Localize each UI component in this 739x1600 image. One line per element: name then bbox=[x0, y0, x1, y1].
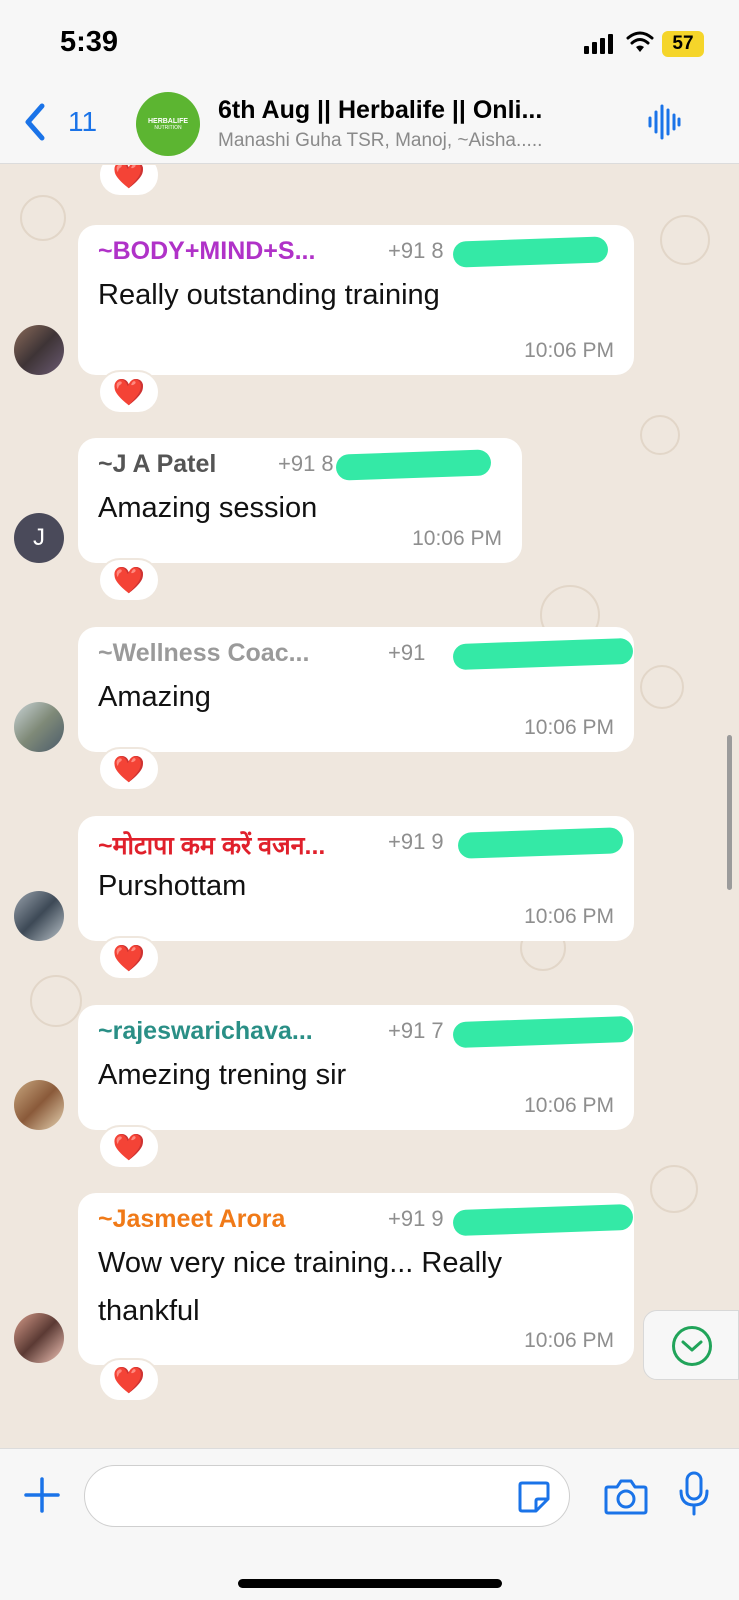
message-text: Really outstanding training bbox=[98, 279, 440, 311]
sender-name[interactable]: ~BODY+MIND+S... bbox=[98, 237, 315, 265]
reaction-heart[interactable]: ❤️ bbox=[98, 370, 160, 414]
reaction-heart[interactable]: ❤️ bbox=[98, 1358, 160, 1402]
message-time: 10:06 PM bbox=[524, 905, 614, 928]
cellular-signal-icon bbox=[584, 34, 613, 54]
scrollbar[interactable] bbox=[727, 735, 732, 890]
sender-avatar[interactable] bbox=[14, 1313, 64, 1363]
message-bubble[interactable]: ~BODY+MIND+S... +91 8 457 Really outstan… bbox=[78, 225, 634, 375]
sender-name[interactable]: ~J A Patel bbox=[98, 450, 216, 478]
reaction-heart[interactable]: ❤️ bbox=[98, 165, 160, 197]
chevron-down-icon bbox=[681, 1340, 703, 1352]
sender-name[interactable]: ~Wellness Coac... bbox=[98, 639, 309, 667]
sender-row: ~Wellness Coac... +91 bbox=[98, 637, 634, 673]
home-indicator[interactable] bbox=[238, 1579, 502, 1588]
sticker-icon[interactable] bbox=[516, 1479, 552, 1515]
message-composer bbox=[0, 1448, 739, 1600]
sender-avatar[interactable] bbox=[14, 325, 64, 375]
message-time: 10:06 PM bbox=[524, 716, 614, 739]
status-bar: 5:39 57 bbox=[0, 0, 739, 84]
reaction-heart[interactable]: ❤️ bbox=[98, 747, 160, 791]
message-text: Purshottam bbox=[98, 870, 247, 902]
sender-name[interactable]: ~मोटापा कम करें वजन... bbox=[98, 832, 325, 860]
sender-phone: +91 bbox=[388, 640, 426, 665]
sender-phone: +91 9 bbox=[388, 829, 444, 854]
sender-avatar[interactable]: J bbox=[14, 513, 64, 563]
reaction-heart[interactable]: ❤️ bbox=[98, 936, 160, 980]
sender-phone: +91 8 bbox=[278, 451, 334, 476]
sender-avatar[interactable] bbox=[14, 891, 64, 941]
redaction-mark bbox=[452, 637, 634, 671]
sender-phone: +91 9 bbox=[388, 1206, 444, 1231]
message-bubble[interactable]: ~Wellness Coac... +91 Amazing 10:06 PM bbox=[78, 627, 634, 752]
message-text: Amazing bbox=[98, 681, 211, 713]
microphone-icon[interactable] bbox=[678, 1471, 710, 1517]
sender-row: ~Jasmeet Arora +91 9 bbox=[98, 1203, 634, 1239]
chat-title[interactable]: 6th Aug || Herbalife || Onli... bbox=[218, 96, 618, 125]
sender-row: ~BODY+MIND+S... +91 8 457 bbox=[98, 236, 614, 271]
sender-avatar[interactable] bbox=[14, 1080, 64, 1130]
back-unread-count[interactable]: 11 bbox=[68, 106, 97, 138]
sender-row: ~rajeswarichava... +91 7 bbox=[98, 1015, 634, 1051]
chat-participants[interactable]: Manashi Guha TSR, Manoj, ~Aisha..... bbox=[218, 130, 618, 152]
camera-icon[interactable] bbox=[604, 1477, 648, 1515]
message-text: Amezing trening sir bbox=[98, 1059, 347, 1091]
chat-header: 11 HERBALIFE NUTRITION 6th Aug || Herbal… bbox=[0, 84, 739, 164]
reaction-heart[interactable]: ❤️ bbox=[98, 1125, 160, 1169]
redaction-mark bbox=[457, 827, 624, 859]
group-avatar-logo-text: HERBALIFE bbox=[147, 117, 189, 125]
group-avatar[interactable]: HERBALIFE NUTRITION bbox=[136, 92, 200, 156]
chevron-left-icon[interactable] bbox=[20, 102, 50, 142]
sender-name[interactable]: ~rajeswarichava... bbox=[98, 1017, 313, 1045]
message-text: Amazing session bbox=[98, 492, 318, 524]
message-bubble[interactable]: ~Jasmeet Arora +91 9 Wow very nice train… bbox=[78, 1193, 634, 1365]
scroll-to-bottom-button[interactable] bbox=[643, 1310, 739, 1380]
message-time: 10:06 PM bbox=[524, 1329, 614, 1352]
redaction-mark bbox=[452, 1015, 634, 1049]
sender-name[interactable]: ~Jasmeet Arora bbox=[98, 1205, 285, 1233]
redaction-mark bbox=[452, 1203, 634, 1237]
battery-indicator: 57 bbox=[662, 31, 704, 57]
audio-wave-icon[interactable] bbox=[646, 104, 682, 140]
wifi-icon bbox=[626, 31, 654, 52]
message-bubble[interactable]: ~J A Patel +91 8 9 Amazing session 10:06… bbox=[78, 438, 522, 563]
message-input[interactable] bbox=[84, 1465, 570, 1527]
status-time: 5:39 bbox=[60, 26, 119, 58]
sender-phone: +91 7 bbox=[388, 1018, 444, 1043]
message-text: Wow very nice training... Really thankfu… bbox=[98, 1247, 503, 1327]
sender-row: ~मोटापा कम करें वजन... +91 9 bbox=[98, 827, 624, 862]
sender-phone: +91 8 bbox=[388, 238, 444, 263]
message-time: 10:06 PM bbox=[412, 527, 502, 550]
message-time: 10:06 PM bbox=[524, 339, 614, 362]
sender-row: ~J A Patel +91 8 9 bbox=[98, 449, 502, 484]
sender-avatar[interactable] bbox=[14, 702, 64, 752]
reaction-heart[interactable]: ❤️ bbox=[98, 558, 160, 602]
message-bubble[interactable]: ~मोटापा कम करें वजन... +91 9 Purshottam … bbox=[78, 816, 634, 941]
plus-icon[interactable] bbox=[22, 1475, 62, 1515]
message-time: 10:06 PM bbox=[524, 1094, 614, 1117]
message-bubble[interactable]: ~rajeswarichava... +91 7 Amezing trening… bbox=[78, 1005, 634, 1130]
redaction-mark bbox=[452, 236, 609, 268]
chat-messages[interactable]: ❤️ ~BODY+MIND+S... +91 8 457 Really outs… bbox=[0, 165, 739, 1448]
redaction-mark bbox=[335, 449, 492, 481]
group-avatar-logo-subtext: NUTRITION bbox=[154, 124, 182, 131]
